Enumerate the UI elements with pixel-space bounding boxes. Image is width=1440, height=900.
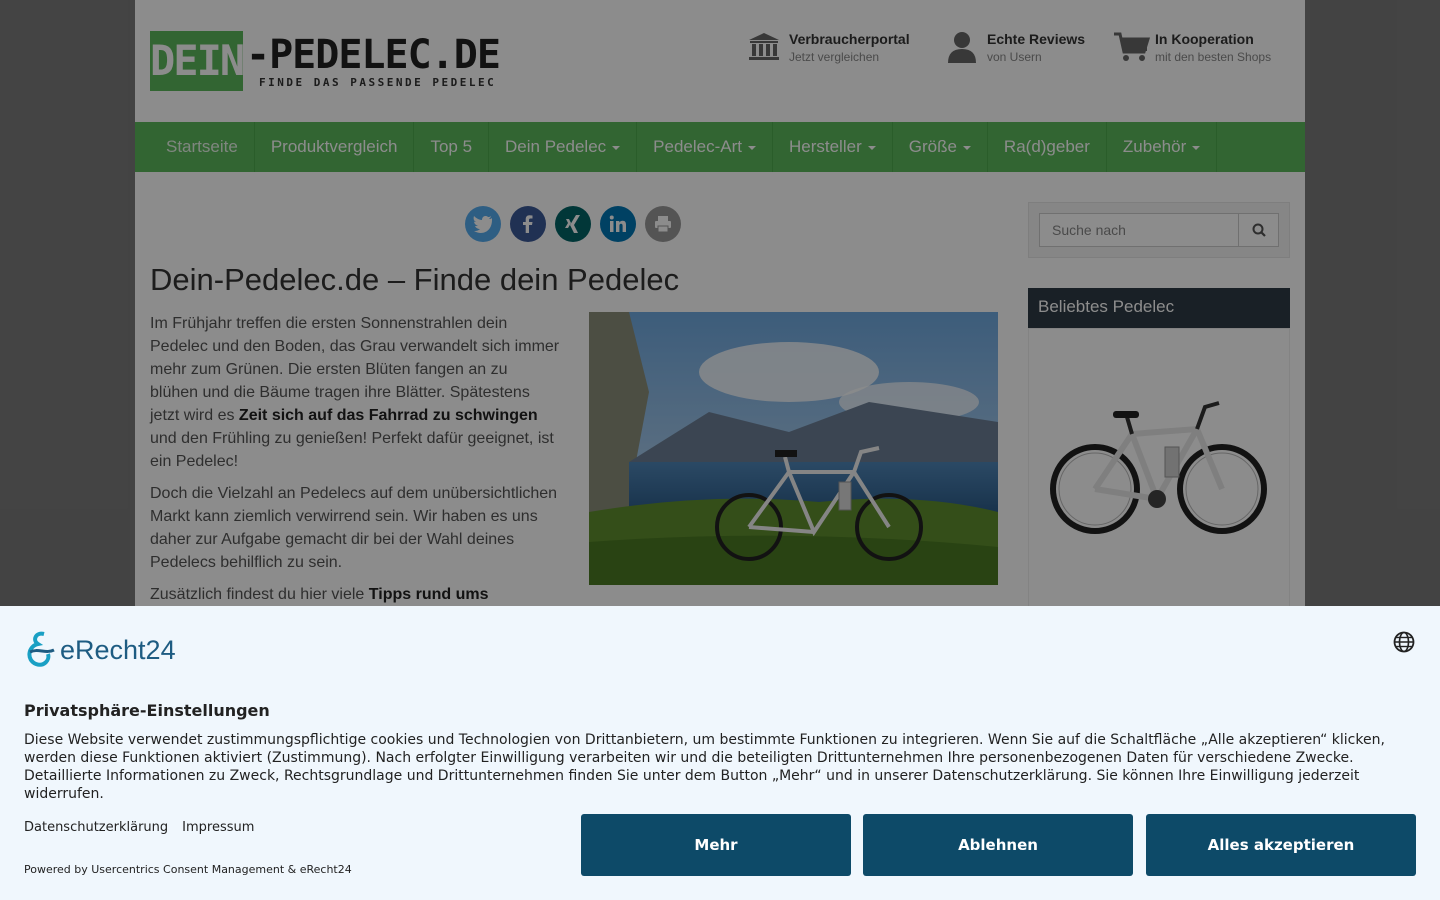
- consent-powered-by: Powered by Usercentrics Consent Manageme…: [24, 863, 352, 876]
- language-globe-icon[interactable]: [1393, 631, 1415, 653]
- consent-title: Privatsphäre-Einstellungen: [24, 701, 270, 720]
- decline-button[interactable]: Ablehnen: [863, 814, 1133, 876]
- more-button[interactable]: Mehr: [581, 814, 851, 876]
- accept-all-button[interactable]: Alles akzeptieren: [1146, 814, 1416, 876]
- consent-links: Datenschutzerklärung Impressum: [24, 820, 254, 835]
- erecht24-logo: eRecht24: [24, 630, 176, 670]
- consent-description: Diese Website verwendet zustimmungspflic…: [24, 732, 1385, 802]
- erecht24-logo-icon: [27, 631, 55, 667]
- privacy-policy-link[interactable]: Datenschutzerklärung: [24, 820, 168, 835]
- imprint-link[interactable]: Impressum: [182, 820, 254, 835]
- erecht24-brand: eRecht24: [60, 634, 176, 665]
